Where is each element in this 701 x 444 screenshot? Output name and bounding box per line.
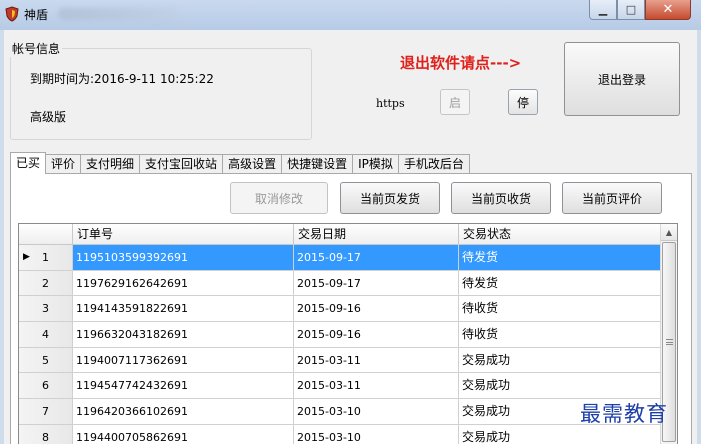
- row-number-cell[interactable]: 7: [19, 399, 73, 425]
- receive-current-page-button[interactable]: 当前页收货: [451, 182, 551, 214]
- order-id-cell[interactable]: 1196632043182691: [73, 322, 294, 348]
- tab-alipay-recycle[interactable]: 支付宝回收站: [139, 154, 224, 174]
- trade-status-cell[interactable]: 交易成功: [459, 347, 661, 374]
- trade-status-cell[interactable]: 待发货: [459, 270, 661, 297]
- column-header-trade-status[interactable]: 交易状态: [459, 224, 661, 245]
- watermark-text: 最需教育: [580, 402, 668, 426]
- row-number: 3: [42, 302, 49, 316]
- trade-date-cell[interactable]: 2015-09-17: [294, 245, 459, 271]
- close-icon: ✕: [662, 2, 674, 17]
- trade-date-cell[interactable]: 2015-03-10: [294, 424, 459, 444]
- row-number-cell[interactable]: 3: [19, 296, 73, 323]
- row-number-cell[interactable]: ▶ 1: [19, 245, 73, 271]
- grid-rows: ▶ 1 1195103599392691 2015-09-17 待发货 2 11976291…: [19, 245, 661, 444]
- logout-button[interactable]: 退出登录: [564, 42, 680, 116]
- order-id-cell[interactable]: 1196420366102691: [73, 399, 294, 425]
- row-number: 8: [42, 430, 49, 444]
- row-number: 7: [42, 405, 49, 419]
- title-redacted-area: [58, 8, 178, 20]
- minimize-button[interactable]: ▁: [589, 0, 617, 20]
- scroll-up-icon[interactable]: ▲: [661, 224, 677, 241]
- expiry-time-label: 到期时间为:2016-9-11 10:25:22: [30, 72, 214, 86]
- orders-grid[interactable]: 订单号 交易日期 交易状态 ▶ 1 1195103599392691 2015-09-…: [18, 223, 678, 444]
- main-window: 帐号信息 到期时间为:2016-9-11 10:25:22 高级版 退出软件请点…: [4, 30, 697, 444]
- current-row-marker-icon: ▶: [23, 252, 30, 262]
- cancel-edit-button[interactable]: 取消修改: [230, 182, 328, 214]
- trade-date-cell[interactable]: 2015-03-11: [294, 347, 459, 374]
- row-number: 1: [42, 251, 49, 264]
- account-info-legend: 帐号信息: [10, 40, 63, 57]
- grid-header: 订单号 交易日期 交易状态: [19, 224, 661, 245]
- order-id-cell[interactable]: 1194007117362691: [73, 347, 294, 374]
- edition-label: 高级版: [30, 110, 67, 124]
- trade-date-cell[interactable]: 2015-09-17: [294, 270, 459, 297]
- shield-app-icon: [5, 6, 19, 22]
- table-row[interactable]: 8 1194400705862691 2015-03-10 交易成功: [19, 424, 661, 444]
- trade-date-cell[interactable]: 2015-09-16: [294, 322, 459, 348]
- table-row[interactable]: 5 1194007117362691 2015-03-11 交易成功: [19, 347, 661, 374]
- order-id-cell[interactable]: 1195103599392691: [73, 245, 294, 271]
- tab-advanced-settings[interactable]: 高级设置: [222, 154, 283, 174]
- tab-payment-details[interactable]: 支付明细: [80, 154, 141, 174]
- https-label: https: [376, 97, 405, 110]
- account-info-group: [10, 48, 312, 140]
- order-id-cell[interactable]: 1197629162642691: [73, 270, 294, 297]
- table-row[interactable]: 6 1194547742432691 2015-03-11 交易成功: [19, 373, 661, 400]
- tab-ip-simulation[interactable]: IP模拟: [352, 154, 399, 174]
- exit-hint-text: 退出软件请点--->: [400, 54, 522, 72]
- trade-status-cell[interactable]: 待收货: [459, 322, 661, 348]
- row-number: 5: [42, 353, 49, 367]
- start-button[interactable]: 启: [440, 89, 470, 115]
- window-controls: ▁ □ ✕: [589, 0, 691, 20]
- trade-date-cell[interactable]: 2015-03-11: [294, 373, 459, 400]
- grip-icon: [666, 339, 673, 345]
- row-number-cell[interactable]: 4: [19, 322, 73, 348]
- tab-mobile-backend[interactable]: 手机改后台: [397, 154, 470, 174]
- tab-strip: 已买 评价 支付明细 支付宝回收站 高级设置 快捷键设置 IP模拟 手机改后台: [10, 152, 470, 174]
- trade-status-cell[interactable]: 交易成功: [459, 373, 661, 400]
- row-number-cell[interactable]: 6: [19, 373, 73, 400]
- order-id-cell[interactable]: 1194143591822691: [73, 296, 294, 323]
- row-number: 6: [42, 379, 49, 393]
- trade-status-cell[interactable]: 待收货: [459, 296, 661, 323]
- row-header-corner: [19, 224, 73, 245]
- table-row[interactable]: 7 1196420366102691 2015-03-10 交易成功: [19, 399, 661, 425]
- order-id-cell[interactable]: 1194400705862691: [73, 424, 294, 444]
- row-number-cell[interactable]: 8: [19, 424, 73, 444]
- table-row[interactable]: 4 1196632043182691 2015-09-16 待收货: [19, 322, 661, 348]
- close-button[interactable]: ✕: [645, 0, 691, 20]
- title-bar: 神盾 ▁ □ ✕: [0, 0, 701, 30]
- trade-date-cell[interactable]: 2015-09-16: [294, 296, 459, 323]
- row-number-cell[interactable]: 2: [19, 270, 73, 297]
- window-title: 神盾: [24, 8, 49, 22]
- row-number: 2: [42, 276, 49, 290]
- column-header-trade-date[interactable]: 交易日期: [294, 224, 459, 245]
- tab-hotkey-settings[interactable]: 快捷键设置: [281, 154, 354, 174]
- row-number: 4: [42, 328, 49, 342]
- table-row[interactable]: 2 1197629162642691 2015-09-17 待发货: [19, 270, 661, 297]
- maximize-button[interactable]: □: [617, 0, 645, 20]
- row-number-cell[interactable]: 5: [19, 347, 73, 374]
- table-row[interactable]: ▶ 1 1195103599392691 2015-09-17 待发货: [19, 245, 661, 271]
- column-header-order-id[interactable]: 订单号: [73, 224, 294, 245]
- tab-review[interactable]: 评价: [45, 154, 82, 174]
- stop-button[interactable]: 停: [508, 89, 538, 115]
- maximize-icon: □: [625, 3, 637, 16]
- minimize-icon: ▁: [598, 3, 608, 16]
- trade-date-cell[interactable]: 2015-03-10: [294, 399, 459, 425]
- review-current-page-button[interactable]: 当前页评价: [562, 182, 662, 214]
- table-row[interactable]: 3 1194143591822691 2015-09-16 待收货: [19, 296, 661, 323]
- order-id-cell[interactable]: 1194547742432691: [73, 373, 294, 400]
- tab-bought[interactable]: 已买: [10, 152, 47, 174]
- trade-status-cell[interactable]: 待发货: [459, 245, 661, 271]
- ship-current-page-button[interactable]: 当前页发货: [340, 182, 440, 214]
